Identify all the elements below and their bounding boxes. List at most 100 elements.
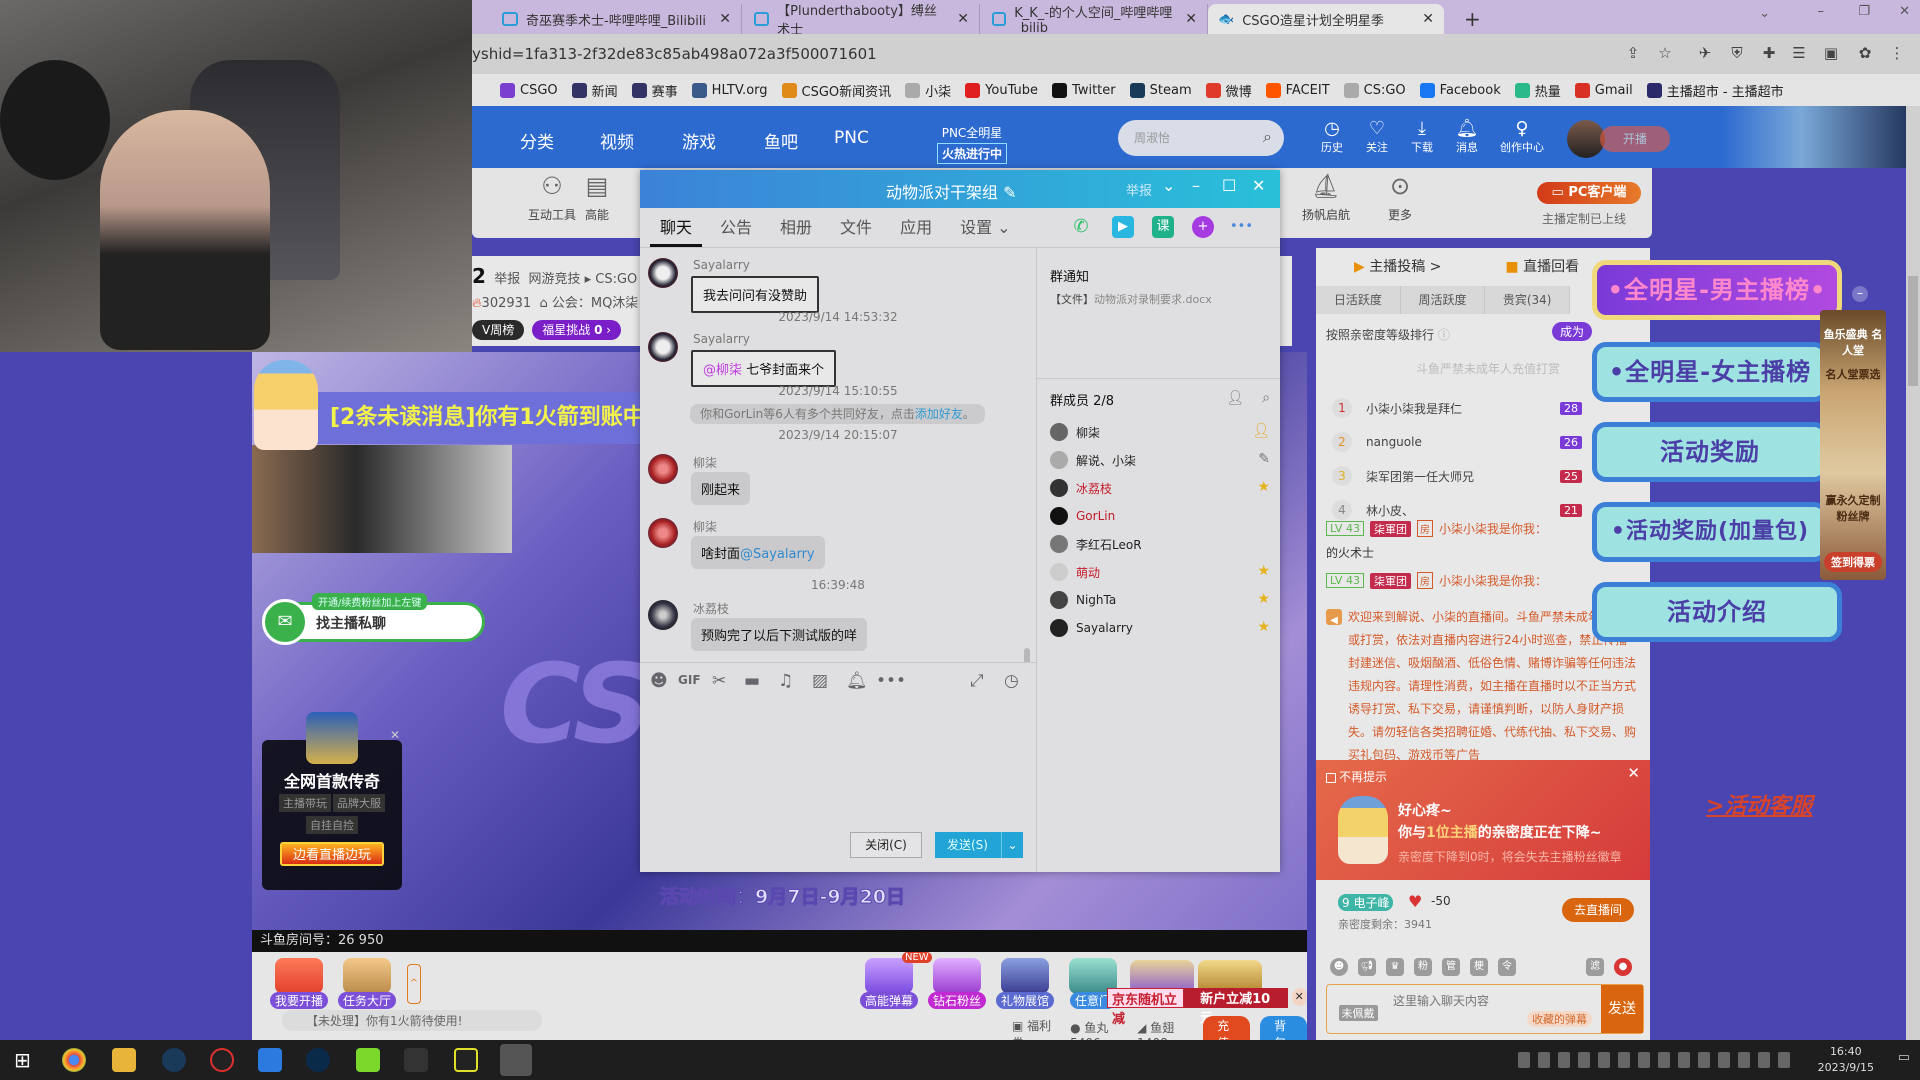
new-tab-button[interactable]: + [1454,4,1491,34]
jd-promo[interactable]: 京东随机立减新户立减10元✕ [1107,988,1307,1027]
activity-female-rank-button[interactable]: •全明星-女主播榜 [1592,342,1828,402]
tab-album[interactable]: 相册 [770,208,822,247]
message-list[interactable]: Sayalarry 我去问问有没赞助 2023/9/14 14:53:32 Say… [640,248,1036,662]
activity-male-rank-button[interactable]: •全明星-男主播榜• [1592,260,1842,320]
bookmark-item[interactable]: 小柒 [905,81,951,100]
filter-tool[interactable]: 滤 [1586,958,1604,976]
add-friend-link[interactable]: 添加好友 [915,407,963,421]
search-members-icon[interactable]: ⌕ [1262,390,1270,406]
more-icon[interactable]: ••• [876,671,906,691]
close-popup-icon[interactable]: ✕ [1627,764,1640,782]
help-icon[interactable]: ⓘ [1438,328,1450,342]
weekly-rank-pill[interactable]: V周榜 [472,320,525,340]
bookmark-item[interactable]: 赛事 [631,81,678,100]
history-button[interactable]: ◷ 历史 [1312,118,1352,155]
crown-icon[interactable]: ♛ [1386,958,1404,976]
minimize-icon[interactable]: – [1192,176,1200,195]
bookmark-item[interactable]: 主播超市 - 主播超市 [1646,81,1784,100]
sail-button[interactable]: ⛵︎ 扬帆启航 [1296,172,1356,223]
edit-icon[interactable]: ✎ [1003,183,1016,202]
tab-search-icon[interactable]: ⌄ [1759,6,1770,21]
clock[interactable]: 16:40 2023/9/15 [1818,1044,1874,1076]
command-tool[interactable]: 令 [1498,958,1516,976]
gift-diamond-fans[interactable]: 钻石粉丝 [926,958,988,1009]
notice-file-link[interactable]: 【文件】动物派对录制要求.docx [1050,291,1270,307]
collapse-icon[interactable]: – [1852,286,1868,302]
play-while-watching-button[interactable]: 边看直播边玩 [280,842,384,866]
puzzle-icon[interactable]: ✚ [1760,44,1778,62]
dropdown-icon[interactable]: ⌄ [1162,176,1175,195]
chat-input[interactable] [1393,991,1563,1011]
go-to-room-button[interactable]: 去直播间 [1562,898,1634,922]
activity-service-link[interactable]: >活动客服 [1706,788,1812,820]
rank-row[interactable]: 4 林小皮、 21 [1332,498,1582,522]
image-icon[interactable]: ▨ [812,671,828,691]
close-tab-icon[interactable]: ✕ [719,11,731,27]
bell-icon[interactable]: 🔔︎ [846,671,868,691]
music-icon[interactable]: ♫ [778,671,793,691]
bookmark-item[interactable]: Gmail [1574,82,1633,98]
activity-intro-button[interactable]: 活动介绍 [1592,582,1842,642]
scissors-icon[interactable]: ✂ [712,671,726,691]
steam-icon[interactable] [162,1048,186,1072]
download-button[interactable]: ⤓ 下载 [1402,118,1442,155]
game-ad[interactable]: ✕ 全网首款传奇 主播带玩 品牌大服 自挂自捡 边看直播边玩 [262,712,402,890]
avatar[interactable] [648,518,678,548]
nav-game[interactable]: 游戏 [682,128,716,153]
avatar[interactable] [648,600,678,630]
close-ad-icon[interactable]: ✕ [390,728,400,742]
system-tray[interactable] [1518,1052,1790,1068]
chat-title-bar[interactable]: 动物派对干架组 ✎ 举报 ⌄ – ☐ ✕ [640,170,1280,208]
nav-video[interactable]: 视频 [600,128,634,153]
start-broadcast-button[interactable]: 我要开播 [268,958,330,1009]
replay-link[interactable]: ■ 直播回看 [1505,256,1579,276]
bookmark-item[interactable]: 新闻 [571,81,618,100]
message-input[interactable] [640,700,1036,824]
bookmark-item[interactable]: Twitter [1052,82,1116,98]
wechat-contact-widget[interactable]: ✉ 开通/续费粉丝加上左键 找主播私聊 [262,593,485,645]
extension-icon[interactable]: ✈ [1696,44,1714,62]
qq-icon[interactable] [210,1048,234,1072]
admin-tool[interactable]: 管 [1442,958,1460,976]
messages-button[interactable]: 🔔︎ 消息 [1447,118,1487,155]
close-window-icon[interactable]: ✕ [1899,4,1910,19]
close-button[interactable]: 关闭(C) [850,832,922,858]
douyu-taskbar-icon[interactable] [500,1044,532,1076]
emoji-icon[interactable]: ☻ [1330,958,1348,976]
bookmark-item[interactable]: CSGO新闻资讯 [781,81,891,100]
extension-2-icon[interactable]: ✿ [1856,44,1874,62]
tab-announcement[interactable]: 公告 [710,208,762,247]
folder-icon[interactable]: ▬ [744,671,760,691]
sign-in-vote-button[interactable]: 签到得票 [1824,552,1882,572]
video-call-icon[interactable]: ▶ [1112,216,1134,238]
nav-pnc[interactable]: PNC [834,128,869,148]
tab-2[interactable]: 【Plunderthabooty】缚丝术士 ✕ [744,4,980,38]
reading-list-icon[interactable]: ☰ [1790,44,1808,62]
avatar[interactable] [648,332,678,362]
side-panel-icon[interactable]: ▣ [1822,44,1840,62]
maximize-icon[interactable]: ☐ [1222,176,1236,195]
high-energy-button[interactable]: ▤ 高能 [582,172,612,223]
bookmark-star-icon[interactable]: ☆ [1656,44,1674,62]
member-item[interactable]: 萌动 ★ [1050,558,1270,586]
rocket-notice[interactable]: 【未处理】你有1火箭待使用! [282,1010,542,1031]
rank-row[interactable]: 1 小柒小柒我是拜仁 28 [1332,396,1582,420]
app-circle-icon[interactable] [306,1048,330,1072]
tab-apps[interactable]: 应用 [890,208,942,247]
interactive-tools-button[interactable]: ⚇ 互动工具 [522,172,582,223]
creator-center-button[interactable]: ♀ 创作中心 [1497,118,1547,155]
megaphone-icon[interactable]: 📢︎ [1358,958,1376,976]
chrome-icon[interactable] [62,1048,86,1072]
bookmark-item[interactable]: CSGO [500,82,558,98]
more-options-icon[interactable]: ••• [1230,216,1253,238]
member-item[interactable]: 柳柒 👤︎ [1050,418,1270,446]
voice-call-icon[interactable]: ✆ [1070,216,1092,238]
history-clock-icon[interactable]: ◷ [1004,671,1019,691]
member-item[interactable]: 冰荔枝 ★ [1050,474,1270,502]
tab-3[interactable]: K_K_-的个人空间_哔哩哔哩_bilib ✕ [982,4,1208,36]
send-danmaku-button[interactable]: 发送 [1601,985,1643,1033]
task-hall-button[interactable]: 任务大厅 [336,958,398,1009]
gif-icon[interactable]: GIF [678,673,701,687]
member-item[interactable]: 解说、小柒 ✎ [1050,446,1270,474]
avatar[interactable] [648,258,678,288]
